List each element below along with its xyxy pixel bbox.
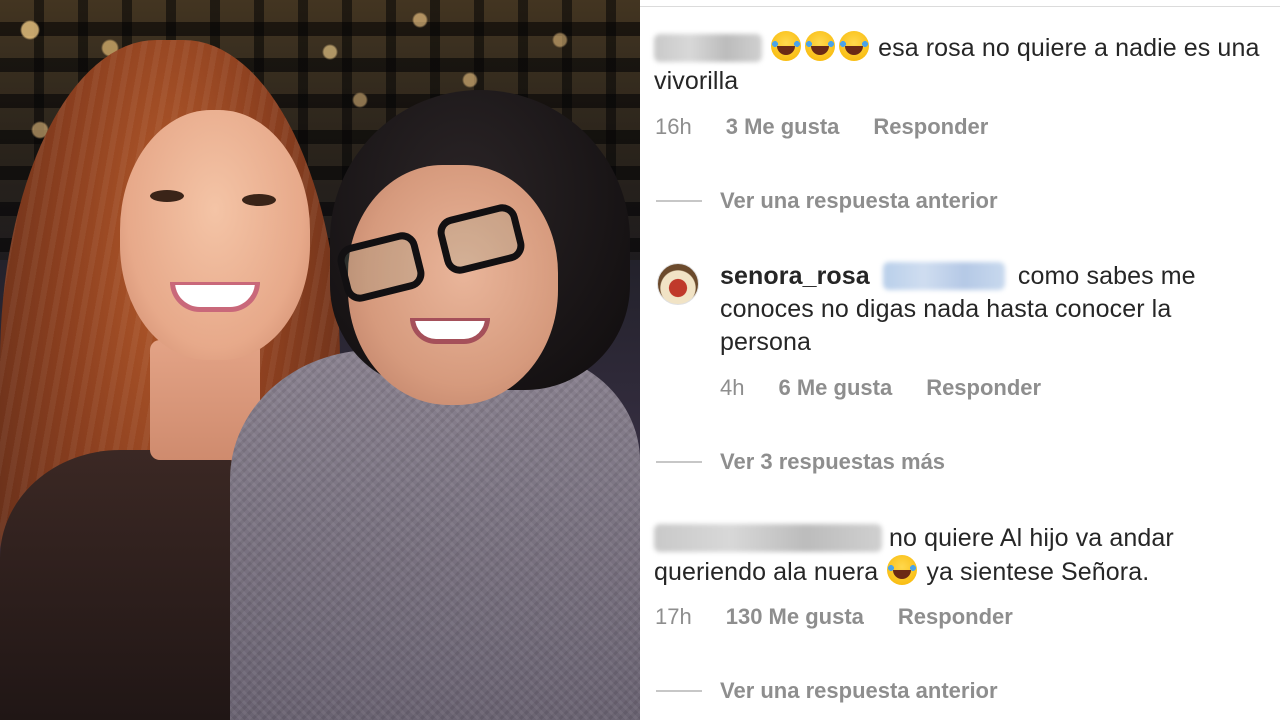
face-with-tears-of-joy-icon [771, 31, 802, 61]
hidden-mention[interactable] [882, 262, 1005, 290]
comment-1: esa rosa no quiere a nadie es una vivori… [654, 31, 1264, 98]
view-replies-label[interactable]: Ver una respuesta anterior [720, 678, 998, 704]
comment-username[interactable]: senora_rosa [720, 262, 870, 290]
comment-2: senora_rosa como sabes me conoces no dig… [720, 260, 1265, 359]
glasses-lens [434, 200, 528, 278]
view-replies-link-1[interactable]: Ver una respuesta anterior [656, 188, 998, 214]
senora-rosa-avatar[interactable] [657, 263, 699, 305]
eye [242, 194, 276, 206]
young-woman-face [120, 110, 310, 360]
comment-3: no quiere Al hijo va andar queriendo ala… [654, 522, 1254, 589]
thread-line [656, 690, 702, 692]
hidden-username[interactable] [654, 34, 762, 62]
selfie-photo [0, 0, 640, 720]
divider [640, 6, 1280, 7]
hidden-username[interactable] [654, 524, 882, 552]
comments-panel: esa rosa no quiere a nadie es una vivori… [640, 0, 1280, 720]
view-replies-label[interactable]: Ver 3 respuestas más [720, 449, 945, 475]
view-replies-label[interactable]: Ver una respuesta anterior [720, 188, 998, 214]
likes-count[interactable]: 3 Me gusta [726, 114, 840, 140]
view-replies-link-2[interactable]: Ver 3 respuestas más [656, 449, 945, 475]
comment-1-meta: 16h 3 Me gusta Responder [655, 114, 988, 140]
comment-2-meta: 4h 6 Me gusta Responder [720, 375, 1041, 401]
likes-count[interactable]: 130 Me gusta [726, 604, 864, 630]
likes-count[interactable]: 6 Me gusta [778, 375, 892, 401]
comment-time: 16h [655, 114, 692, 139]
comment-3-meta: 17h 130 Me gusta Responder [655, 604, 1013, 630]
older-woman-sweater [230, 350, 640, 720]
thread-line [656, 200, 702, 202]
face-with-tears-of-joy-icon [887, 555, 918, 585]
reply-button[interactable]: Responder [898, 604, 1013, 630]
face-with-tears-of-joy-icon [805, 31, 836, 61]
view-replies-link-3[interactable]: Ver una respuesta anterior [656, 678, 998, 704]
thread-line [656, 461, 702, 463]
glasses [334, 200, 530, 306]
reply-button[interactable]: Responder [926, 375, 1041, 401]
comment-3-text-b: ya sientese Señora. [926, 558, 1150, 586]
eye [150, 190, 184, 202]
face-with-tears-of-joy-icon [839, 31, 870, 61]
comment-time: 4h [720, 375, 745, 400]
reply-button[interactable]: Responder [873, 114, 988, 140]
comment-time: 17h [655, 604, 692, 629]
